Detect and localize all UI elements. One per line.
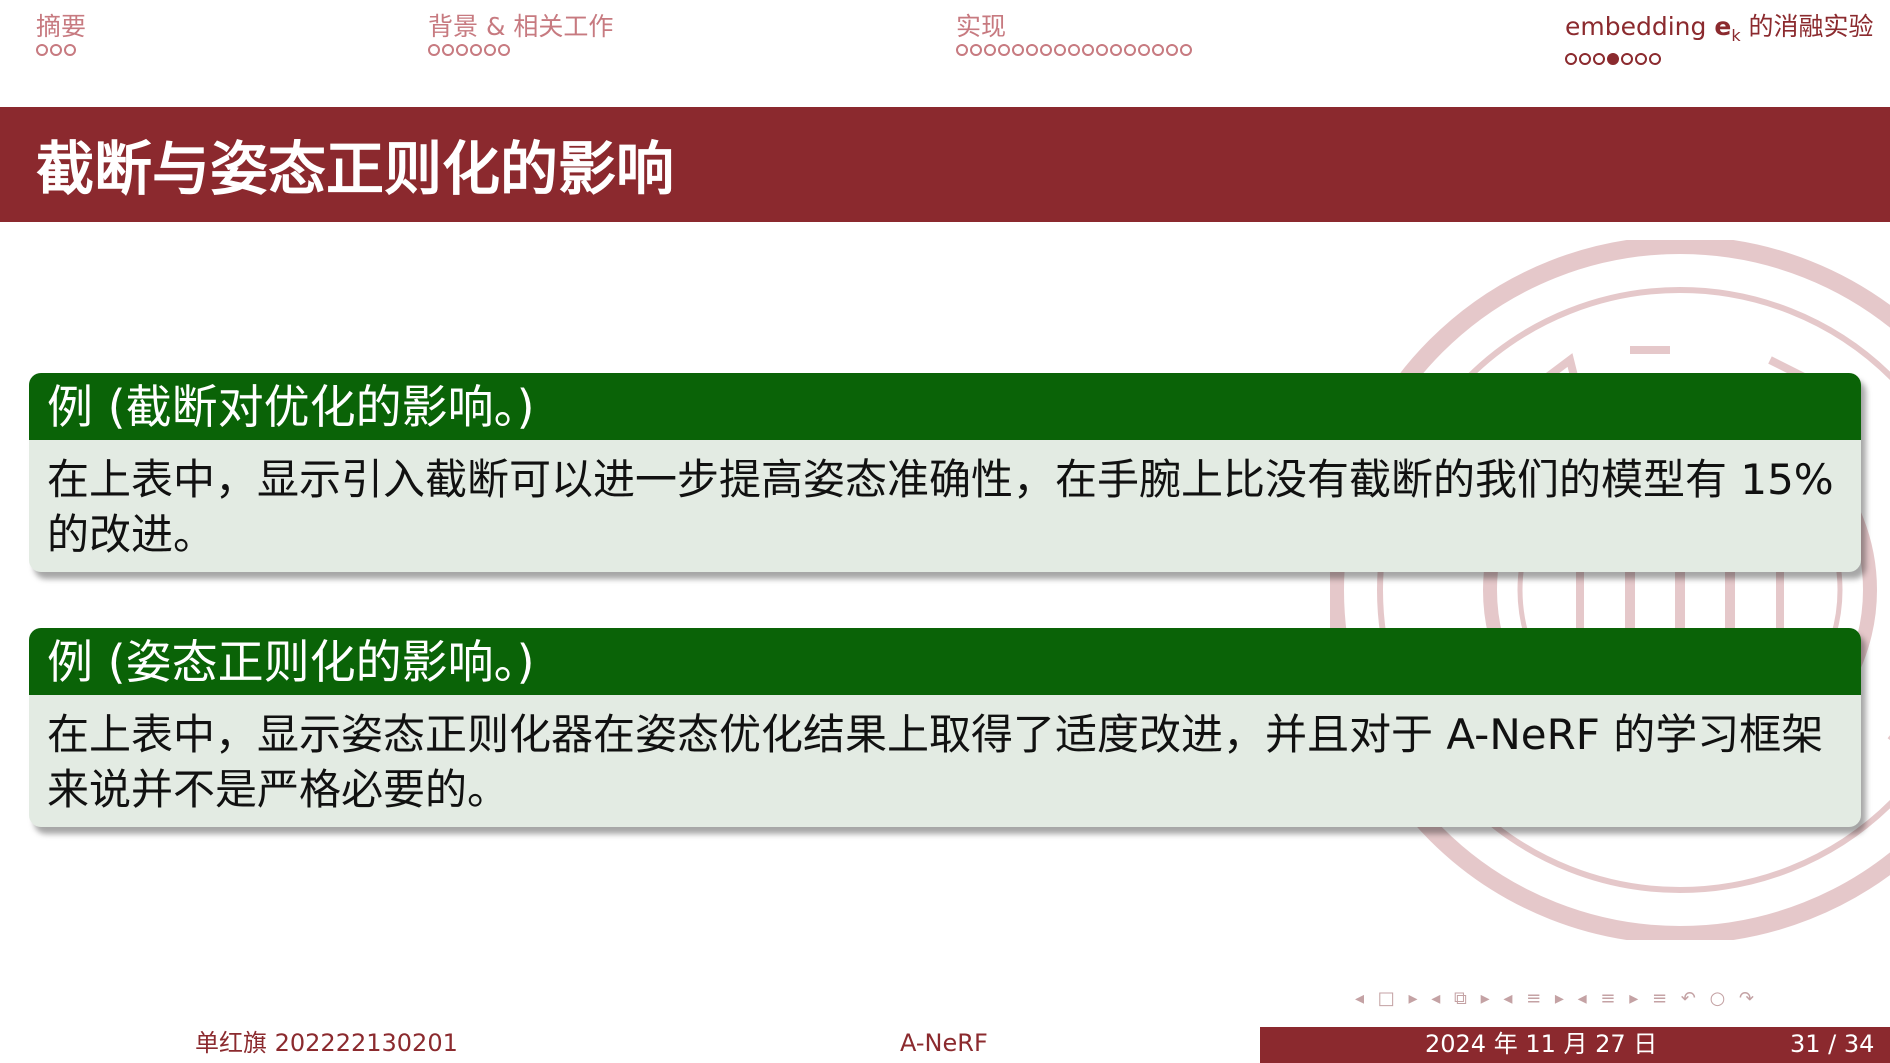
nav-dot-current[interactable] <box>1607 53 1619 65</box>
nav-dot[interactable] <box>470 44 482 56</box>
nav-dot[interactable] <box>428 44 440 56</box>
nav-dot[interactable] <box>442 44 454 56</box>
nav-dot[interactable] <box>1180 44 1192 56</box>
example-block-truncation: 例 (截断对优化的影响。) 在上表中，显示引入截断可以进一步提高姿态准确性，在手… <box>29 373 1861 572</box>
nav-dot[interactable] <box>1649 53 1661 65</box>
nav-dot[interactable] <box>498 44 510 56</box>
nav-section-background[interactable]: 背景 & 相关工作 <box>428 12 613 56</box>
nav-dot[interactable] <box>984 44 996 56</box>
example-block-body: 在上表中，显示引入截断可以进一步提高姿态准确性，在手腕上比没有截断的我们的模型有… <box>47 455 1834 559</box>
nav-label-symbol: e <box>1714 12 1732 41</box>
nav-dot[interactable] <box>1593 53 1605 65</box>
footer-author: 单红旗 202222130201 <box>195 1029 458 1057</box>
nav-section-dots <box>36 44 86 56</box>
nav-dot[interactable] <box>1166 44 1178 56</box>
nav-section-dots <box>428 44 613 56</box>
footer-date: 2024 年 11 月 27 日 <box>1425 1030 1658 1058</box>
nav-dot[interactable] <box>1068 44 1080 56</box>
nav-dot[interactable] <box>1082 44 1094 56</box>
nav-section-dots <box>1565 53 1874 65</box>
slide: 摘要 背景 & 相关工作 实现 embedding ek 的消融实验 截断与姿态… <box>0 0 1890 1063</box>
nav-dot[interactable] <box>1110 44 1122 56</box>
nav-section-label: 实现 <box>956 12 1007 41</box>
frame-title: 截断与姿态正则化的影响 <box>36 135 675 203</box>
nav-section-label: 摘要 <box>36 12 87 41</box>
beamer-navigation-symbols[interactable]: ◂ □ ▸ ◂ ⧉ ▸ ◂ ≡ ▸ ◂ ≡ ▸ ≡ ↶ ○ ↷ <box>1355 988 1758 1009</box>
nav-dot[interactable] <box>1012 44 1024 56</box>
nav-dot[interactable] <box>36 44 48 56</box>
nav-dot[interactable] <box>1152 44 1164 56</box>
nav-dot[interactable] <box>998 44 1010 56</box>
nav-section-ablation[interactable]: embedding ek 的消融实验 <box>1565 12 1874 65</box>
nav-dot[interactable] <box>50 44 62 56</box>
nav-section-abstract[interactable]: 摘要 <box>36 12 86 56</box>
nav-label-suffix: 的消融实验 <box>1748 12 1874 41</box>
nav-dot[interactable] <box>970 44 982 56</box>
nav-dot[interactable] <box>956 44 968 56</box>
footer-page-number: 31 / 34 <box>1790 1030 1875 1058</box>
nav-dot[interactable] <box>1096 44 1108 56</box>
nav-dot[interactable] <box>1579 53 1591 65</box>
nav-dot[interactable] <box>1635 53 1647 65</box>
nav-dot[interactable] <box>1040 44 1052 56</box>
footer-date-page-bar: 2024 年 11 月 27 日 31 / 34 <box>1260 1027 1890 1063</box>
nav-dot[interactable] <box>1621 53 1633 65</box>
example-block-title: 例 (截断对优化的影响。) <box>29 373 1861 440</box>
nav-section-implementation[interactable]: 实现 <box>956 12 1192 56</box>
nav-section-dots <box>956 44 1192 56</box>
nav-dot[interactable] <box>64 44 76 56</box>
nav-dot[interactable] <box>1138 44 1150 56</box>
university-seal-watermark <box>1330 240 1890 940</box>
example-block-title: 例 (姿态正则化的影响。) <box>29 628 1861 695</box>
nav-dot[interactable] <box>1565 53 1577 65</box>
nav-dot[interactable] <box>1054 44 1066 56</box>
footer-short-title: A-NeRF <box>900 1029 988 1057</box>
nav-dot[interactable] <box>484 44 496 56</box>
nav-dot[interactable] <box>1026 44 1038 56</box>
nav-dot[interactable] <box>456 44 468 56</box>
nav-section-label: embedding ek 的消融实验 <box>1565 12 1874 51</box>
example-block-pose-regularization: 例 (姿态正则化的影响。) 在上表中，显示姿态正则化器在姿态优化结果上取得了适度… <box>29 628 1861 827</box>
nav-label-prefix: embedding <box>1565 12 1707 41</box>
nav-dot[interactable] <box>1124 44 1136 56</box>
nav-label-subscript: k <box>1731 26 1741 45</box>
example-block-body: 在上表中，显示姿态正则化器在姿态优化结果上取得了适度改进，并且对于 A-NeRF… <box>47 710 1824 814</box>
nav-section-label: 背景 & 相关工作 <box>428 12 614 41</box>
frame-title-bar: 截断与姿态正则化的影响 <box>0 107 1890 222</box>
